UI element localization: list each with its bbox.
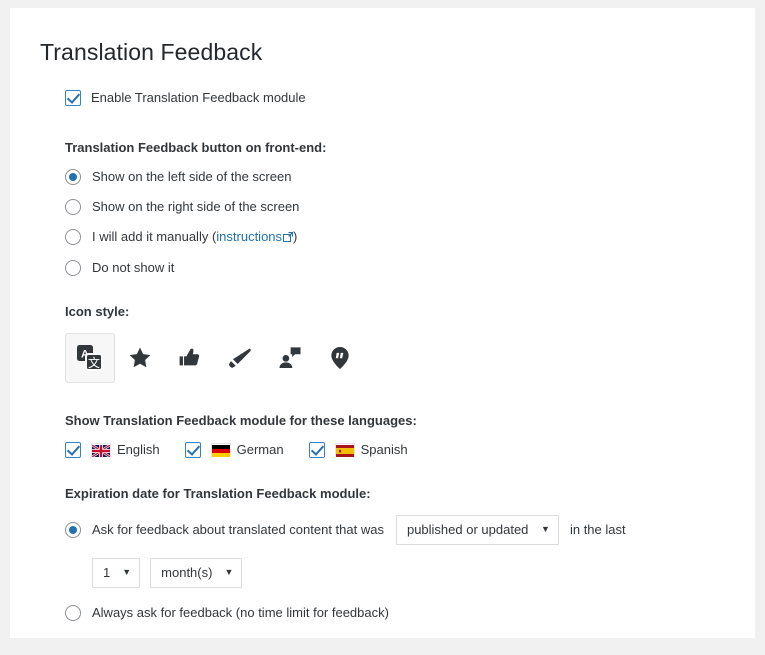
icon-style-options: A 文 <box>65 332 755 383</box>
language-item-spanish[interactable]: Spanish <box>308 441 408 458</box>
button-position-label: Translation Feedback button on front-end… <box>65 139 327 155</box>
svg-text:文: 文 <box>88 355 100 370</box>
radio-left-label: Show on the left side of the screen <box>92 168 292 184</box>
radio-option-right[interactable]: Show on the right side of the screen <box>65 198 755 215</box>
radio-manual-text-after: ) <box>293 228 298 244</box>
chevron-down-icon: ▼ <box>541 524 550 535</box>
language-checkbox-german[interactable] <box>184 441 201 458</box>
icon-option-person-speech[interactable] <box>265 333 315 383</box>
enable-module-checkbox[interactable] <box>65 89 81 106</box>
expiration-option-always[interactable]: Always ask for feedback (no time limit f… <box>65 604 755 621</box>
flag-es-icon <box>334 442 355 457</box>
icon-style-label: Icon style: <box>65 303 130 319</box>
expiration-label: Expiration date for Translation Feedback… <box>65 485 371 501</box>
languages-list: English German Spanish <box>65 441 755 458</box>
radio-left-input[interactable] <box>65 168 81 185</box>
icon-option-thumbs-up[interactable] <box>165 333 215 383</box>
radio-manual-input[interactable] <box>65 229 81 246</box>
flag-de-icon <box>210 442 231 457</box>
icon-option-star[interactable] <box>115 333 165 383</box>
radio-right-input[interactable] <box>65 198 81 215</box>
language-checkbox-spanish[interactable] <box>308 441 325 458</box>
language-item-english[interactable]: English <box>65 441 160 458</box>
thumbs-up-icon <box>177 345 203 371</box>
language-name-spanish: Spanish <box>360 441 408 457</box>
enable-module-label: Enable Translation Feedback module <box>91 89 306 105</box>
translate-icon: A 文 <box>76 344 104 372</box>
languages-section: Show Translation Feedback module for the… <box>65 413 755 458</box>
quote-pin-icon <box>327 345 353 371</box>
duration-unit-select[interactable]: month(s) ▼ <box>150 557 243 588</box>
content-state-select-value: published or updated <box>406 522 529 538</box>
icon-option-translate[interactable]: A 文 <box>65 332 115 383</box>
language-name-german: German <box>236 441 284 457</box>
enable-module-row[interactable]: Enable Translation Feedback module <box>65 89 755 106</box>
button-position-section: Translation Feedback button on front-end… <box>65 140 755 276</box>
chevron-down-icon: ▼ <box>122 567 132 578</box>
settings-card: Translation Feedback Enable Translation … <box>10 8 755 638</box>
external-link-icon <box>283 230 294 246</box>
radio-right-label: Show on the right side of the screen <box>92 198 300 214</box>
icon-option-quote-pin[interactable] <box>315 333 365 383</box>
language-name-english: English <box>117 441 160 457</box>
expiration-always-radio[interactable] <box>65 604 81 621</box>
expiration-ask-radio[interactable] <box>65 521 81 538</box>
person-speech-bubble-icon <box>277 345 303 371</box>
radio-option-hide[interactable]: Do not show it <box>65 259 755 276</box>
duration-amount-select[interactable]: 1 ▼ <box>92 557 141 588</box>
expiration-ask-text-after: in the last <box>569 521 626 537</box>
expiration-option-ask[interactable]: Ask for feedback about translated conten… <box>65 514 755 545</box>
duration-unit-value: month(s) <box>161 565 213 581</box>
icon-style-section: Icon style: A 文 <box>65 304 755 383</box>
radio-hide-label: Do not show it <box>92 259 175 275</box>
expiration-ask-text-before: Ask for feedback about translated conten… <box>92 521 384 537</box>
flag-uk-icon <box>91 442 111 458</box>
language-item-german[interactable]: German <box>184 441 284 458</box>
megaphone-icon <box>227 345 253 371</box>
language-checkbox-english[interactable] <box>65 441 81 458</box>
instructions-link[interactable]: instructions <box>216 229 282 244</box>
radio-option-manual[interactable]: I will add it manually (instructions) <box>65 229 755 246</box>
page-title: Translation Feedback <box>40 39 263 65</box>
radio-hide-input[interactable] <box>65 259 81 276</box>
radio-manual-text-before: I will add it manually ( <box>92 228 217 244</box>
expiration-section: Expiration date for Translation Feedback… <box>65 486 755 621</box>
duration-amount-value: 1 <box>103 565 111 581</box>
languages-label: Show Translation Feedback module for the… <box>65 412 417 428</box>
chevron-down-icon: ▼ <box>224 567 234 578</box>
radio-option-left[interactable]: Show on the left side of the screen <box>65 168 755 185</box>
star-icon <box>127 345 153 371</box>
expiration-duration-row: 1 ▼ month(s) ▼ <box>92 557 755 588</box>
content-state-select[interactable]: published or updated ▼ <box>395 514 559 545</box>
icon-option-megaphone[interactable] <box>215 333 265 383</box>
radio-manual-label: I will add it manually (instructions) <box>92 229 297 246</box>
expiration-always-label: Always ask for feedback (no time limit f… <box>92 604 389 620</box>
